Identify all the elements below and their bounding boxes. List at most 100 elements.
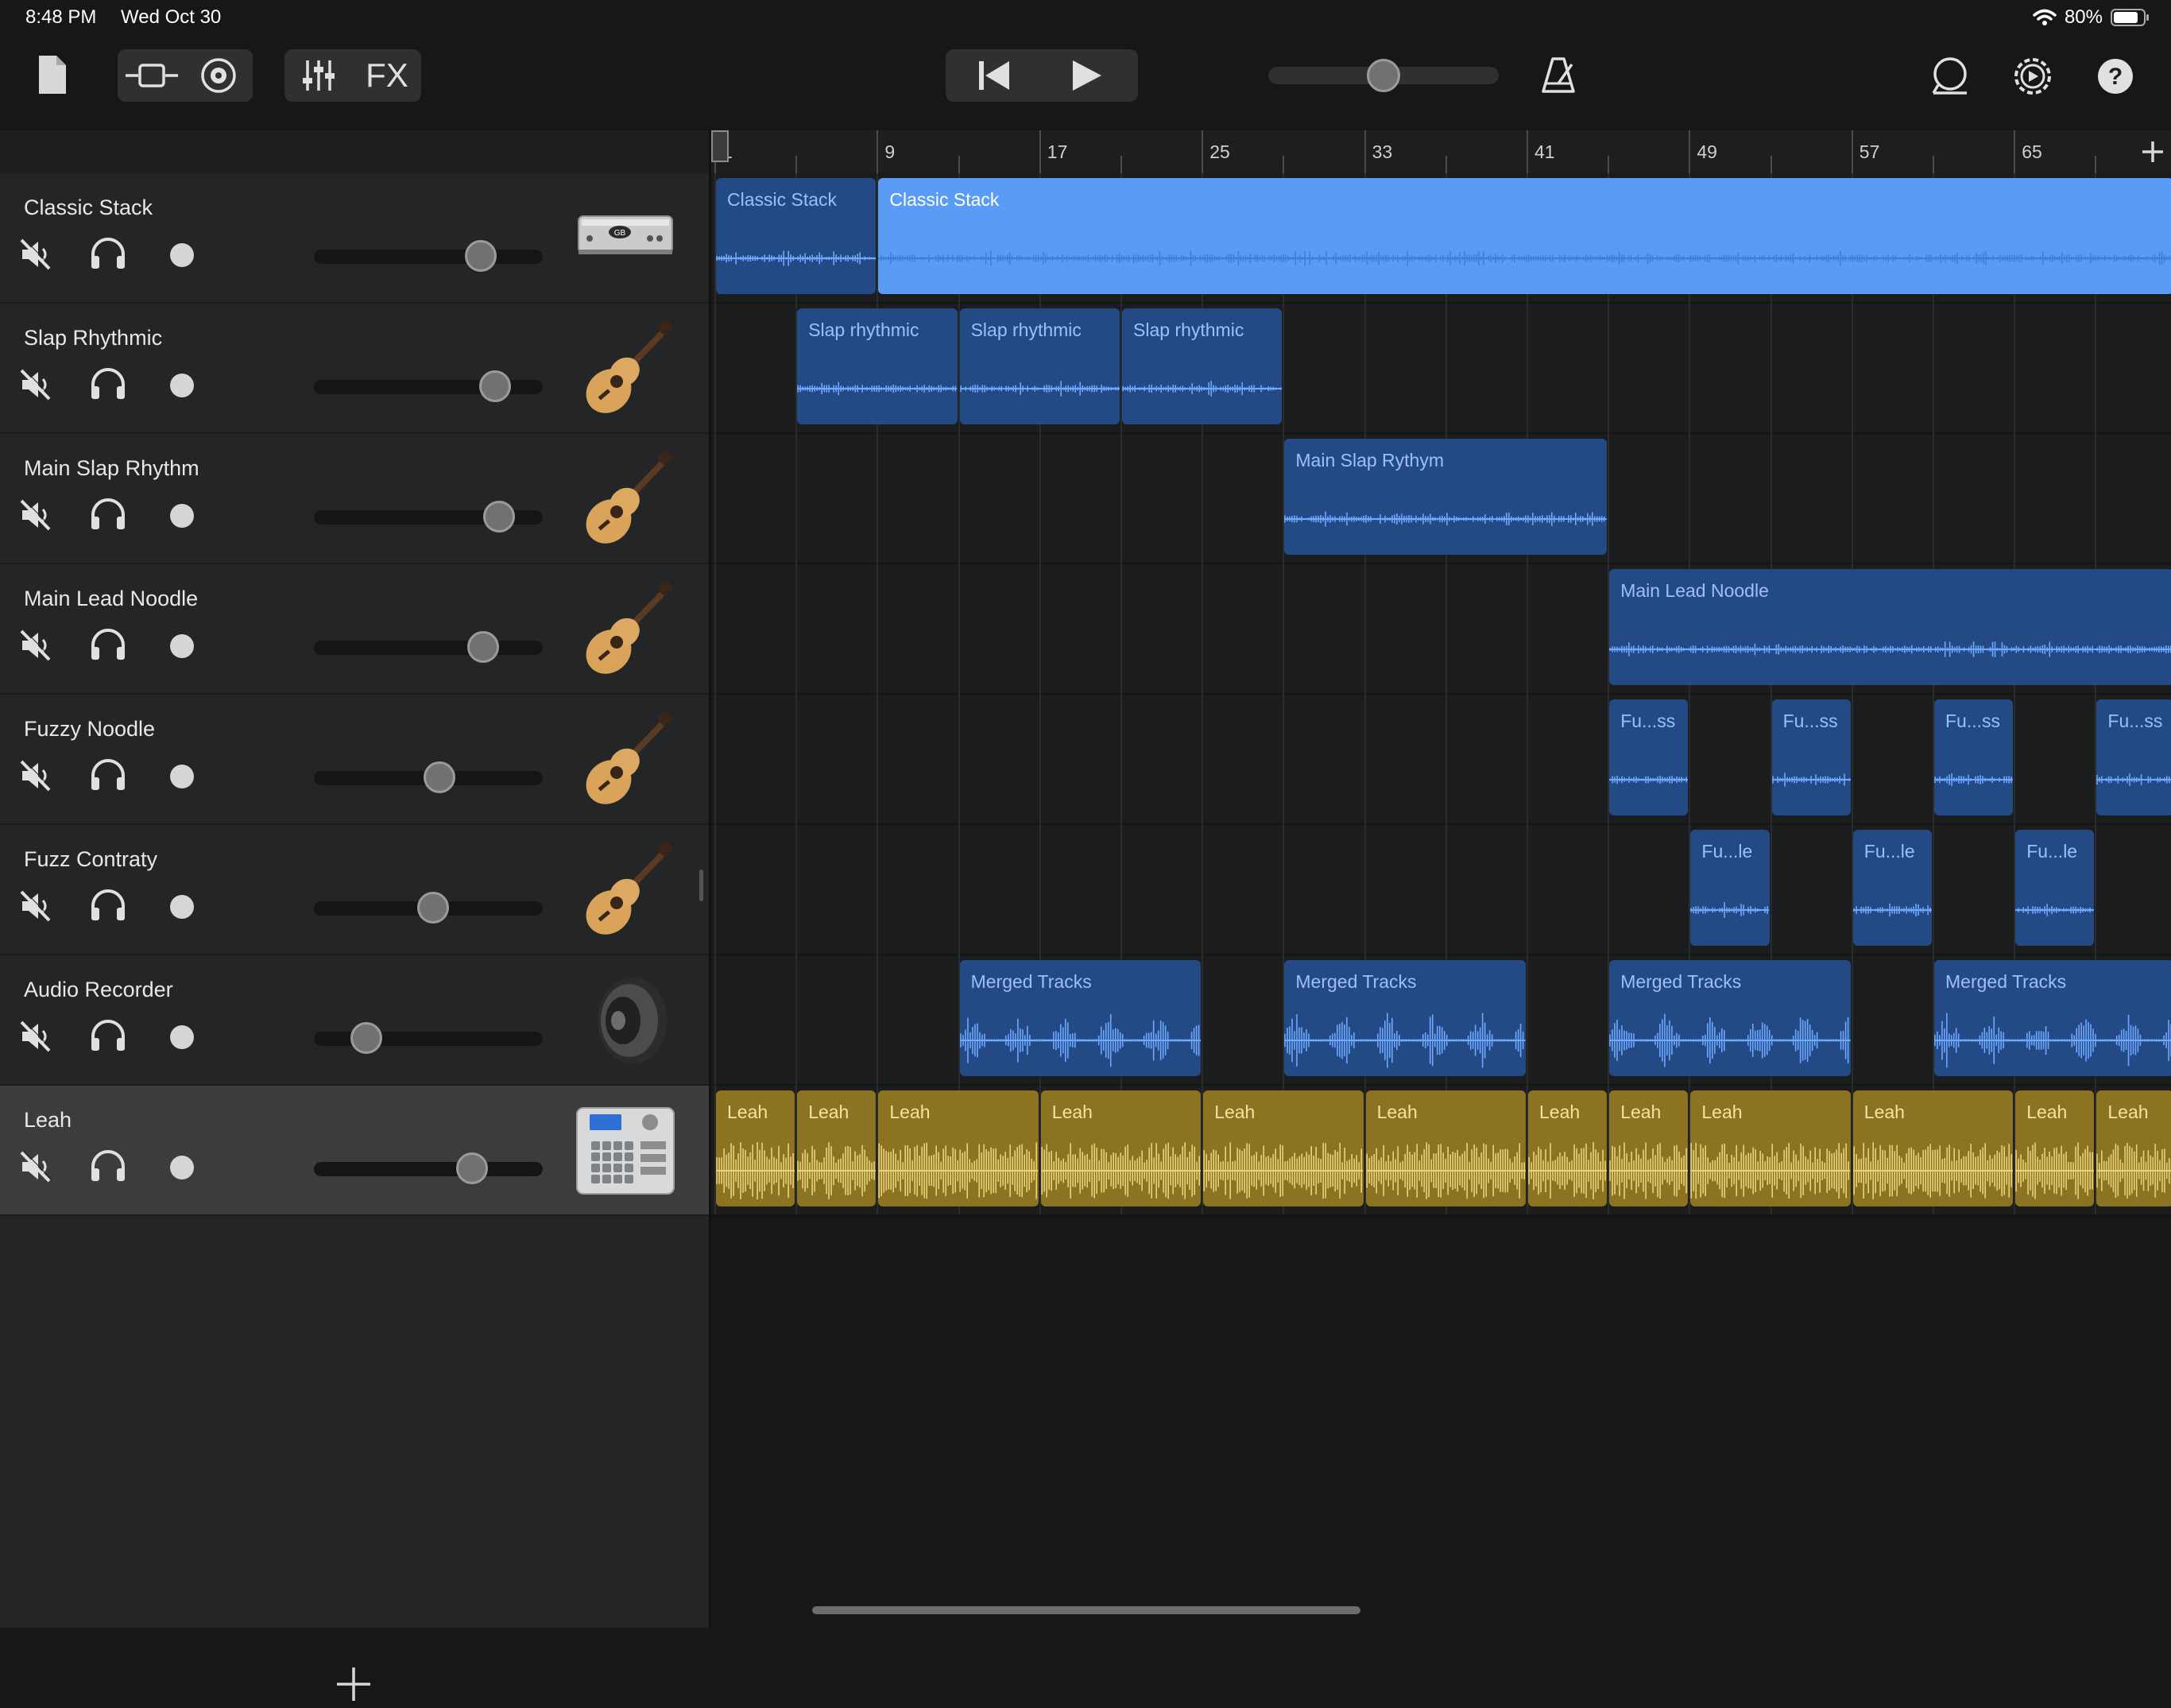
track-volume-knob[interactable] xyxy=(478,370,511,402)
audio-region[interactable]: Leah xyxy=(2096,1090,2171,1206)
track-volume-knob[interactable] xyxy=(467,631,500,663)
audio-region[interactable]: Merged Tracks xyxy=(1609,960,1851,1076)
track-header[interactable]: Main Slap Rhythm xyxy=(0,434,709,564)
solo-button[interactable] xyxy=(89,237,130,274)
track-lane[interactable] xyxy=(711,825,2171,955)
fx-button[interactable]: FX xyxy=(356,52,418,99)
audio-region[interactable]: Leah xyxy=(1203,1090,1364,1206)
track-instrument[interactable] xyxy=(574,711,677,808)
track-volume-slider[interactable] xyxy=(314,1032,543,1046)
track-header[interactable]: Slap Rhythmic xyxy=(0,304,709,434)
track-volume-slider[interactable] xyxy=(314,250,543,264)
record-enable-button[interactable] xyxy=(168,1024,197,1055)
audio-region[interactable]: Leah xyxy=(797,1090,877,1206)
record-enable-button[interactable] xyxy=(168,502,197,533)
track-instrument[interactable] xyxy=(574,320,677,416)
audio-region[interactable]: Leah xyxy=(2015,1090,2095,1206)
track-header[interactable]: Classic Stack GB xyxy=(0,173,709,304)
audio-region[interactable]: Fu...le xyxy=(1690,830,1770,946)
track-instrument[interactable] xyxy=(574,450,677,547)
master-volume-knob[interactable] xyxy=(1367,59,1400,92)
audio-region[interactable]: Slap rhythmic xyxy=(959,308,1120,424)
mute-button[interactable] xyxy=(19,368,57,405)
live-loops-button[interactable] xyxy=(188,52,250,99)
mute-button[interactable] xyxy=(19,1150,57,1187)
solo-button[interactable] xyxy=(89,367,130,405)
settings-button[interactable] xyxy=(2009,52,2057,100)
track-header[interactable]: Leah xyxy=(0,1086,709,1216)
record-enable-button[interactable] xyxy=(168,633,197,664)
track-volume-knob[interactable] xyxy=(350,1022,383,1054)
audio-region[interactable]: Leah xyxy=(1365,1090,1526,1206)
record-enable-button[interactable] xyxy=(168,242,197,273)
solo-button[interactable] xyxy=(89,498,130,535)
track-header[interactable]: Audio Recorder xyxy=(0,955,709,1086)
audio-region[interactable]: Fu...le xyxy=(2015,830,2095,946)
playhead-marker[interactable] xyxy=(711,130,729,162)
metronome-button[interactable] xyxy=(1535,52,1581,99)
record-enable-button[interactable] xyxy=(168,372,197,403)
audio-region[interactable]: Merged Tracks xyxy=(1934,960,2171,1076)
solo-button[interactable] xyxy=(89,758,130,796)
audio-region[interactable]: Leah xyxy=(1528,1090,1608,1206)
audio-region[interactable]: Leah xyxy=(716,1090,795,1206)
track-instrument[interactable] xyxy=(574,971,677,1068)
go-to-start-button[interactable] xyxy=(950,52,1038,99)
mute-button[interactable] xyxy=(19,1020,57,1056)
my-songs-button[interactable] xyxy=(32,54,73,95)
add-track-button[interactable] xyxy=(334,1664,373,1704)
solo-button[interactable] xyxy=(89,889,130,926)
audio-region[interactable]: Leah xyxy=(1690,1090,1851,1206)
track-volume-slider[interactable] xyxy=(314,641,543,655)
solo-button[interactable] xyxy=(89,1019,130,1056)
mute-button[interactable] xyxy=(19,238,57,274)
record-enable-button[interactable] xyxy=(168,763,197,794)
resize-handle[interactable] xyxy=(699,869,703,901)
audio-region[interactable]: Fu...ss xyxy=(1609,699,1689,815)
audio-region[interactable]: Classic Stack xyxy=(716,178,877,294)
record-enable-button[interactable] xyxy=(168,893,197,924)
track-header[interactable]: Fuzz Contraty xyxy=(0,825,709,955)
audio-region[interactable]: Fu...ss xyxy=(1771,699,1851,815)
play-button[interactable] xyxy=(1043,52,1132,99)
track-instrument[interactable]: GB xyxy=(574,189,677,286)
track-header[interactable]: Main Lead Noodle xyxy=(0,564,709,695)
track-volume-knob[interactable] xyxy=(416,892,449,924)
mixer-button[interactable] xyxy=(288,52,350,99)
audio-region[interactable]: Slap rhythmic xyxy=(1122,308,1283,424)
audio-region[interactable]: Leah xyxy=(1609,1090,1689,1206)
mute-button[interactable] xyxy=(19,759,57,796)
tracks-view-button[interactable] xyxy=(121,52,183,99)
audio-region[interactable]: Fu...ss xyxy=(1934,699,2014,815)
audio-region[interactable]: Main Slap Rythym xyxy=(1284,439,1608,555)
audio-region[interactable]: Main Lead Noodle xyxy=(1609,569,2171,685)
audio-region[interactable]: Fu...le xyxy=(1852,830,1932,946)
track-instrument[interactable] xyxy=(574,580,677,677)
track-volume-knob[interactable] xyxy=(424,761,456,793)
track-instrument[interactable] xyxy=(574,841,677,938)
audio-region[interactable]: Merged Tracks xyxy=(959,960,1202,1076)
audio-region[interactable]: Slap rhythmic xyxy=(797,308,958,424)
help-button[interactable]: ? xyxy=(2092,52,2139,100)
audio-region[interactable]: Fu...ss xyxy=(2096,699,2171,815)
track-header[interactable]: Fuzzy Noodle xyxy=(0,695,709,825)
mute-button[interactable] xyxy=(19,629,57,665)
solo-button[interactable] xyxy=(89,628,130,665)
record-enable-button[interactable] xyxy=(168,1154,197,1185)
solo-button[interactable] xyxy=(89,1149,130,1187)
track-volume-slider[interactable] xyxy=(314,1162,543,1176)
audio-region[interactable]: Leah xyxy=(1852,1090,2014,1206)
track-volume-knob[interactable] xyxy=(455,1152,488,1184)
add-section-button[interactable] xyxy=(2132,130,2171,173)
audio-region[interactable]: Classic Stack xyxy=(878,178,2171,294)
track-instrument[interactable] xyxy=(574,1102,677,1199)
audio-region[interactable]: Leah xyxy=(878,1090,1039,1206)
mute-button[interactable] xyxy=(19,889,57,926)
loop-browser-button[interactable] xyxy=(1926,52,1974,100)
audio-region[interactable]: Leah xyxy=(1040,1090,1202,1206)
track-volume-knob[interactable] xyxy=(483,501,516,533)
track-volume-knob[interactable] xyxy=(465,240,497,272)
audio-region[interactable]: Merged Tracks xyxy=(1284,960,1526,1076)
bar-ruler[interactable]: 1917253341495765 xyxy=(711,130,2171,173)
mute-button[interactable] xyxy=(19,498,57,535)
